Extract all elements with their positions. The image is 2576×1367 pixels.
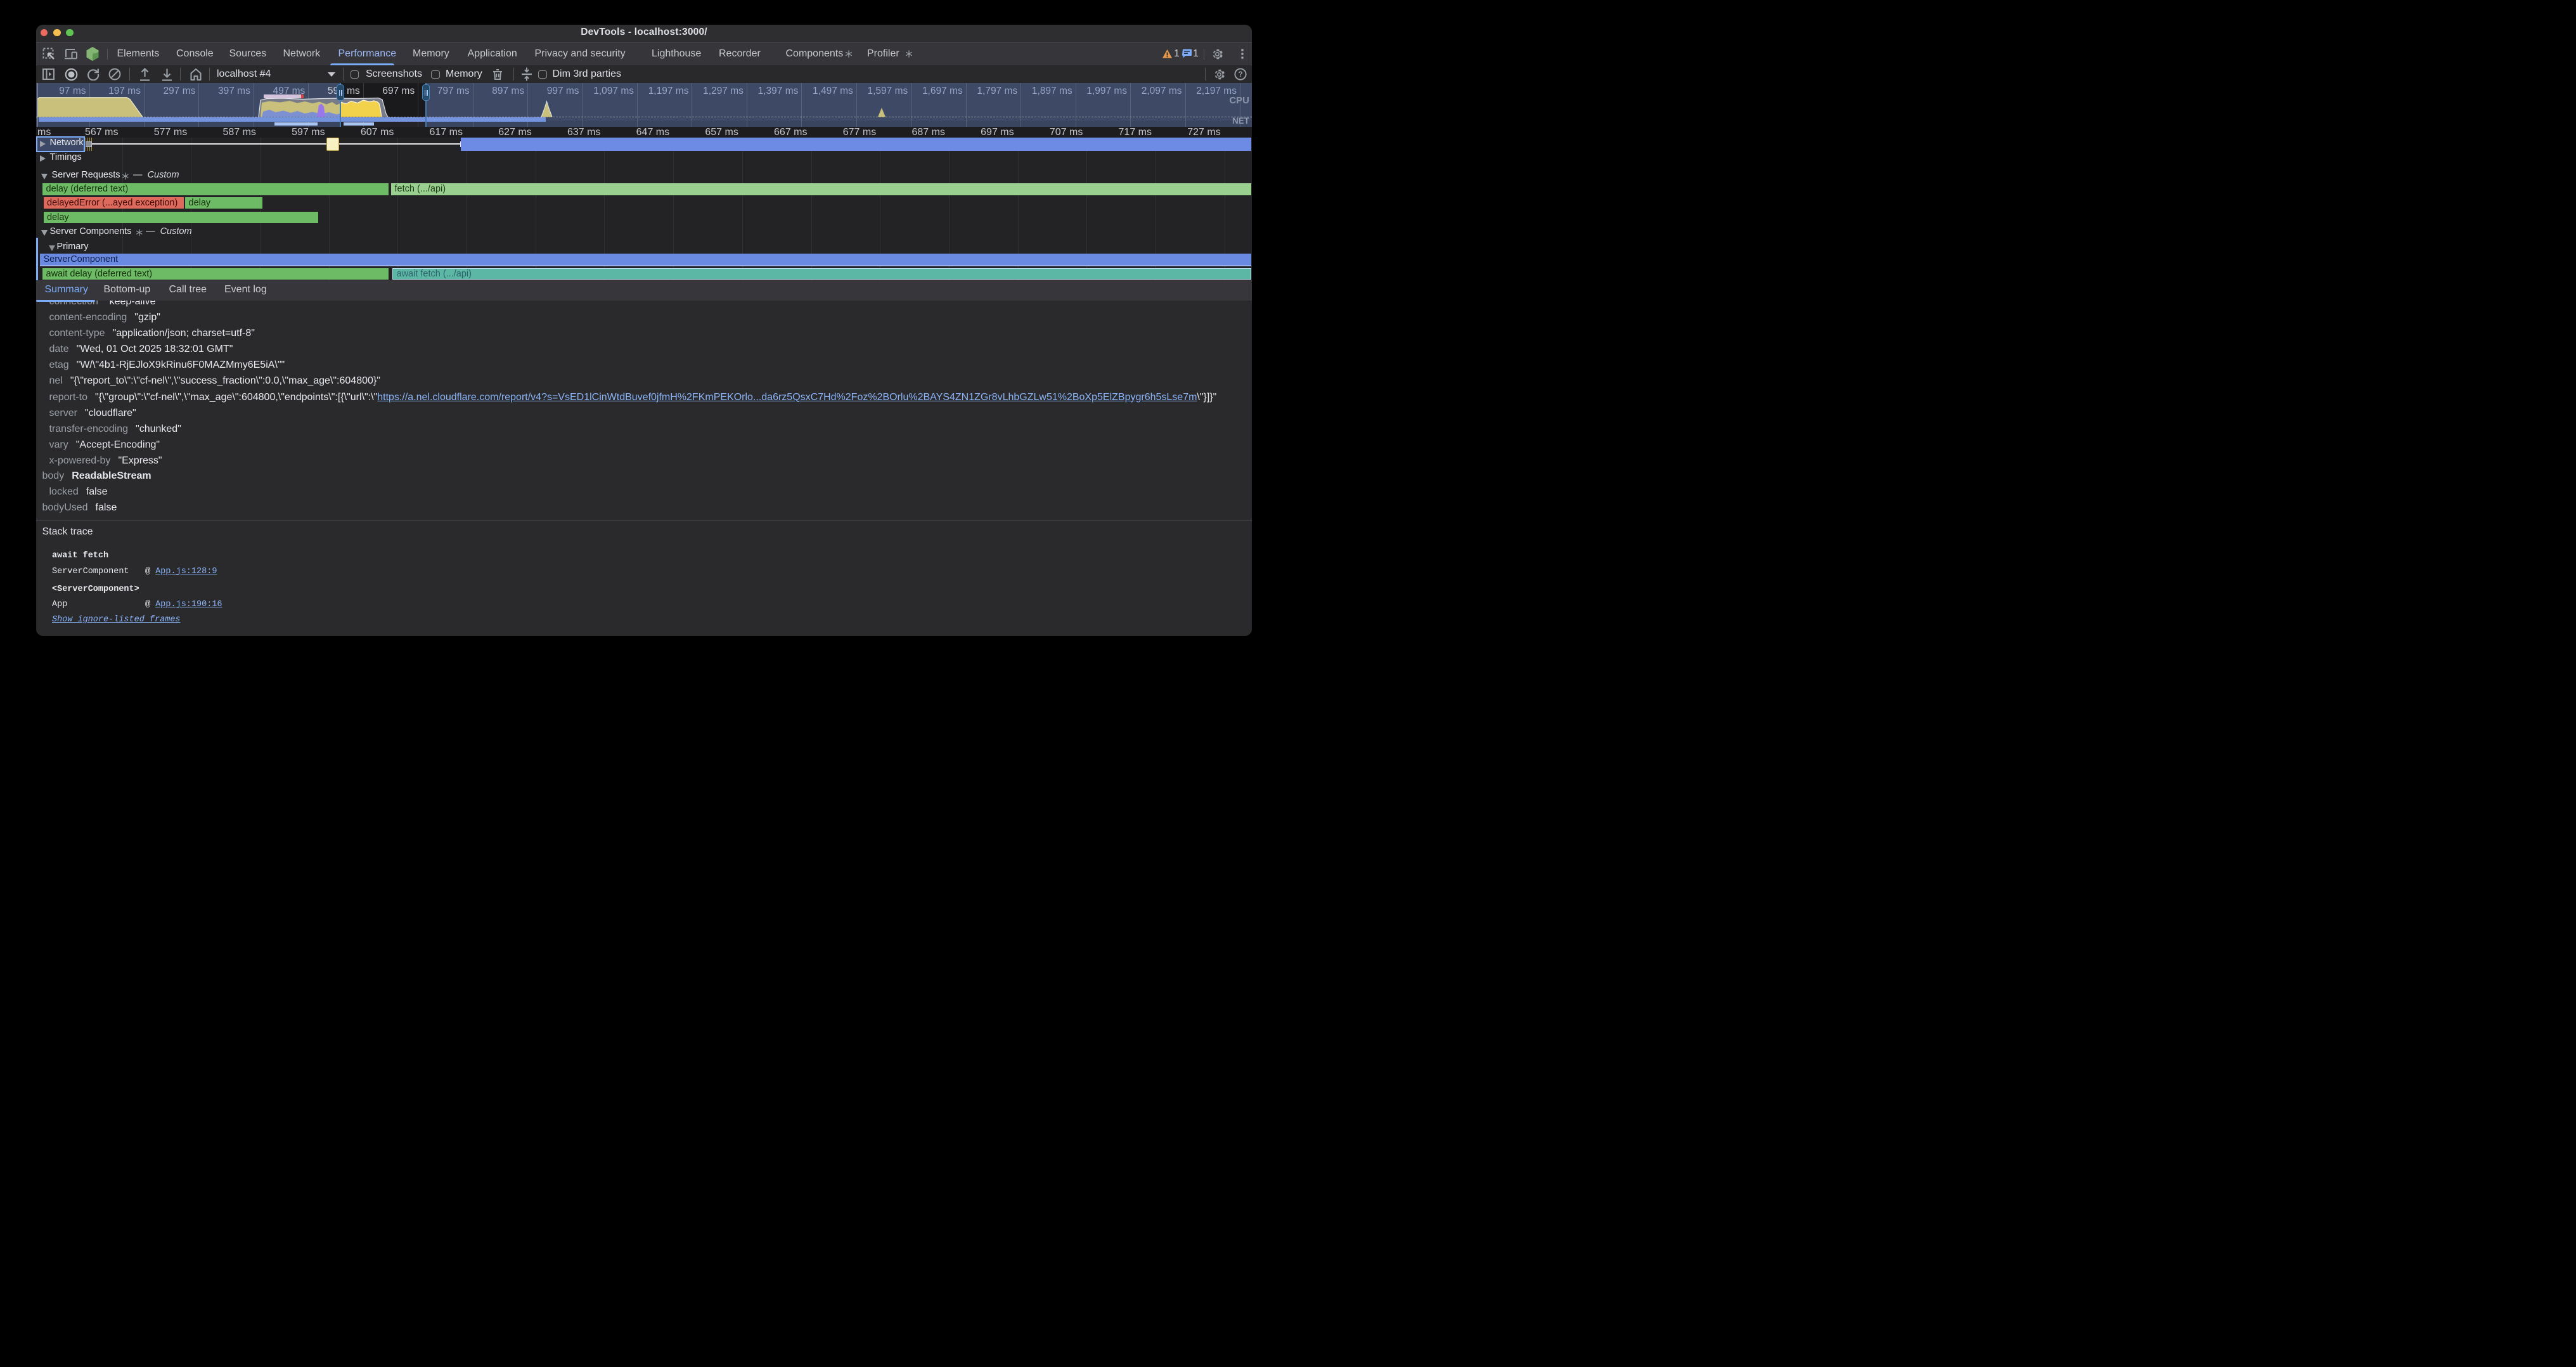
svg-text:?: ? — [1238, 71, 1242, 79]
